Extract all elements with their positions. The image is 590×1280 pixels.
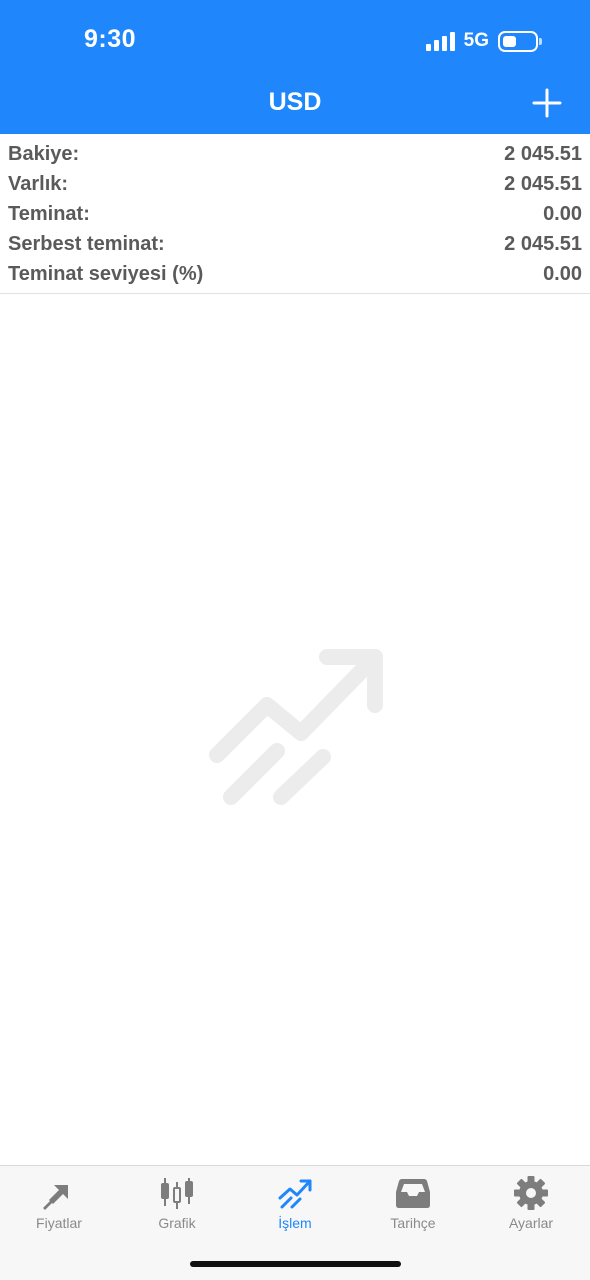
plus-icon — [532, 88, 562, 118]
summary-row-margin: Teminat: 0.00 — [0, 199, 590, 229]
network-type: 5G — [463, 30, 489, 51]
row-label: Teminat seviyesi (%) — [8, 262, 204, 285]
tab-settings[interactable]: Ayarlar — [472, 1166, 590, 1251]
trade-trend-icon — [278, 1179, 312, 1209]
tab-label: Tarihçe — [390, 1215, 436, 1231]
summary-row-balance: Bakiye: 2 045.51 — [0, 139, 590, 169]
tab-chart[interactable]: Grafik — [118, 1166, 236, 1251]
tab-trade[interactable]: İşlem — [236, 1166, 354, 1251]
row-value: 2 045.51 — [504, 232, 582, 255]
row-value: 0.00 — [543, 202, 582, 225]
quotes-arrows-icon — [43, 1185, 68, 1210]
gear-icon — [514, 1176, 548, 1210]
status-time: 9:30 — [84, 25, 137, 53]
history-tray-icon — [396, 1179, 430, 1208]
summary-row-free-margin: Serbest teminat: 2 045.51 — [0, 229, 590, 259]
tab-label: Fiyatlar — [36, 1215, 82, 1231]
home-indicator — [190, 1261, 401, 1267]
tab-label: Grafik — [158, 1215, 196, 1231]
row-label: Varlık: — [8, 172, 69, 195]
app-root: 9:30 5G USD Bakiye: 2 045.51 Varlık: 2 0… — [0, 0, 590, 1280]
trade-trend-watermark-icon — [209, 649, 383, 805]
row-label: Teminat: — [8, 202, 90, 225]
row-value: 2 045.51 — [504, 142, 582, 165]
signal-icon — [425, 31, 455, 51]
summary-row-equity: Varlık: 2 045.51 — [0, 169, 590, 199]
row-value: 0.00 — [543, 262, 582, 285]
summary-row-margin-level: Teminat seviyesi (%) 0.00 — [0, 259, 590, 289]
header: 9:30 5G USD — [0, 0, 590, 134]
tab-label: Ayarlar — [508, 1215, 554, 1231]
tab-history[interactable]: Tarihçe — [354, 1166, 472, 1251]
row-label: Serbest teminat: — [8, 232, 165, 255]
tab-quotes[interactable]: Fiyatlar — [0, 1166, 118, 1251]
page-title: USD — [268, 88, 322, 116]
add-button[interactable] — [532, 88, 562, 118]
status-icons: 5G — [425, 28, 542, 54]
row-value: 2 045.51 — [504, 172, 582, 195]
account-summary: Bakiye: 2 045.51 Varlık: 2 045.51 Temina… — [0, 134, 590, 294]
tab-label: İşlem — [278, 1215, 312, 1231]
battery-icon — [498, 30, 542, 52]
candlestick-chart-icon — [161, 1178, 193, 1209]
row-label: Bakiye: — [8, 142, 80, 165]
